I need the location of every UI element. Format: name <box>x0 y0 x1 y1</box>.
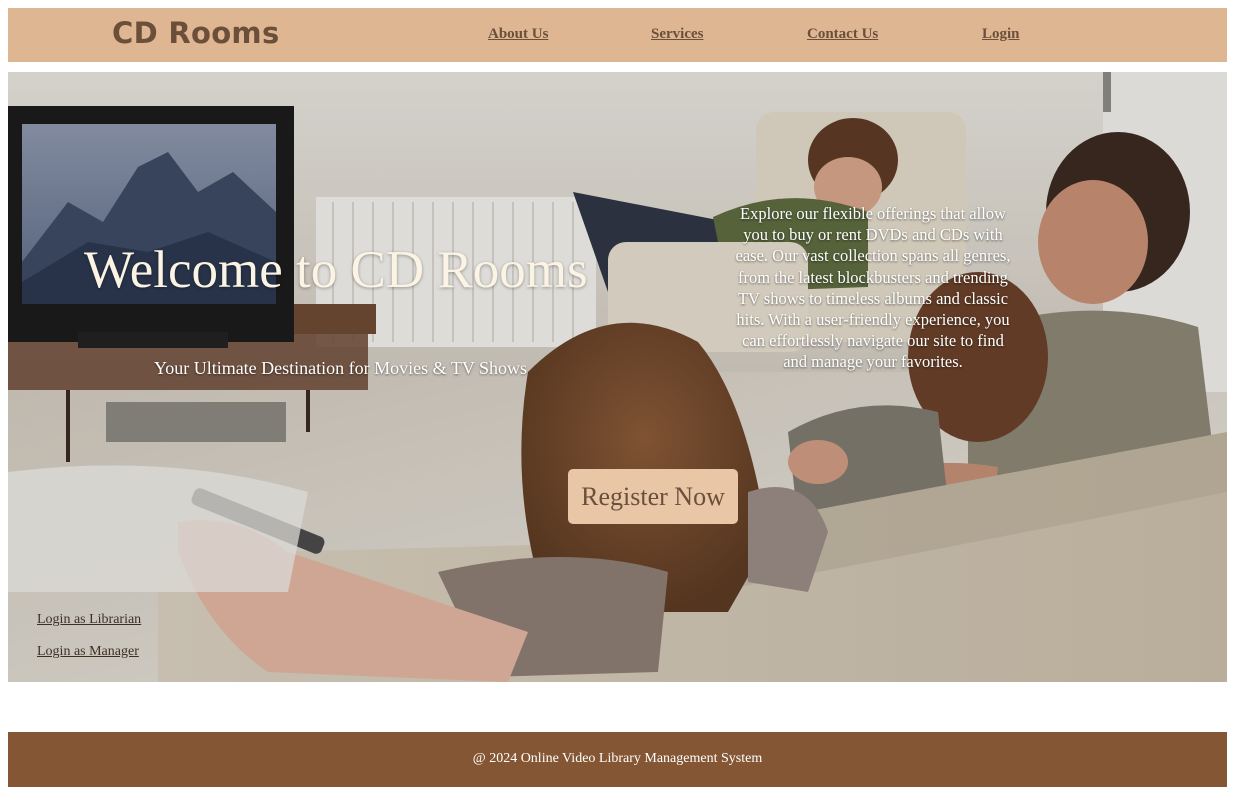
hero-description: Explore our flexible offerings that allo… <box>735 204 1011 372</box>
footer-copyright: @ 2024 Online Video Library Management S… <box>472 751 763 766</box>
site-logo[interactable]: CD Rooms <box>112 16 280 50</box>
login-as-librarian-link[interactable]: Login as Librarian <box>37 612 141 628</box>
nav-about-us[interactable]: About Us <box>488 26 548 43</box>
nav-contact-us[interactable]: Contact Us <box>807 26 878 43</box>
nav-services[interactable]: Services <box>651 26 703 43</box>
site-footer: @ 2024 Online Video Library Management S… <box>8 732 1227 787</box>
login-as-manager-link[interactable]: Login as Manager <box>37 644 139 660</box>
hero-section: Welcome to CD Rooms Your Ultimate Destin… <box>8 72 1227 682</box>
site-header: CD Rooms About Us Services Contact Us Lo… <box>8 8 1227 62</box>
nav-login[interactable]: Login <box>982 26 1020 43</box>
register-now-button[interactable]: Register Now <box>568 469 738 524</box>
hero-subtitle: Your Ultimate Destination for Movies & T… <box>154 358 528 378</box>
hero-title: Welcome to CD Rooms <box>84 241 588 299</box>
